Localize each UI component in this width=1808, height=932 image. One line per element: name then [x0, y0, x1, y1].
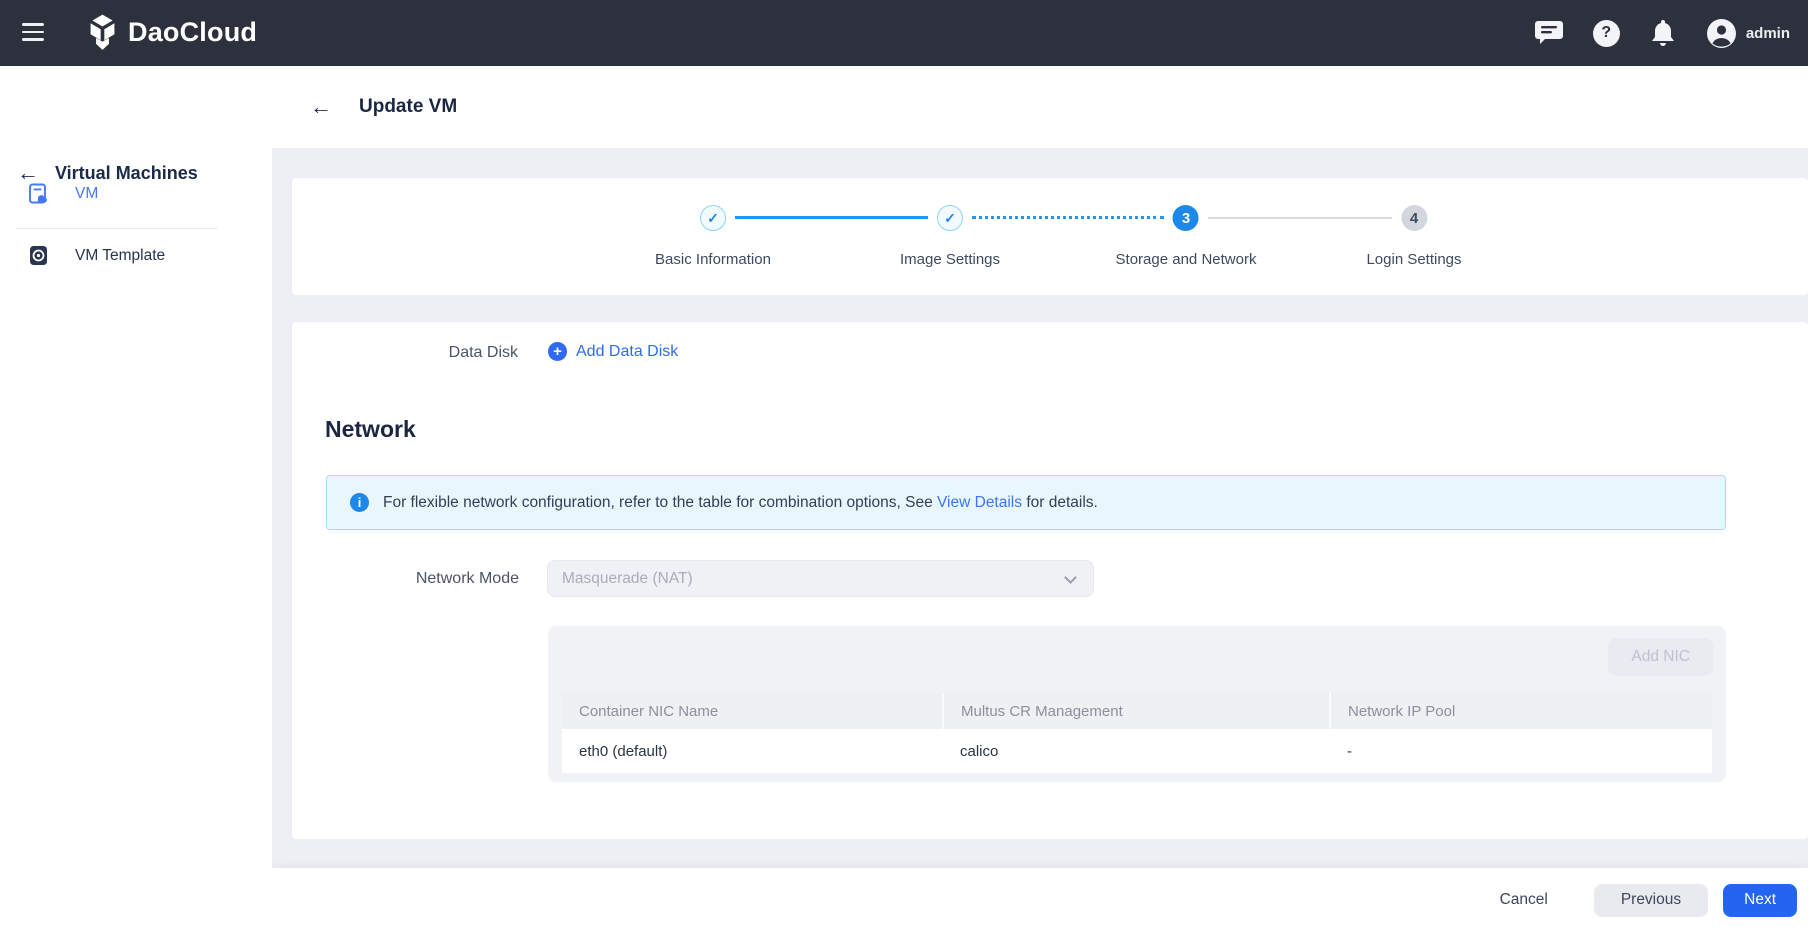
step-storage-and-network[interactable]: 3 Storage and Network [1115, 205, 1257, 268]
menu-icon[interactable] [22, 23, 46, 43]
next-button[interactable]: Next [1723, 883, 1797, 917]
add-data-disk-button[interactable]: + Add Data Disk [548, 342, 678, 361]
notifications-bell-icon[interactable] [1650, 19, 1676, 47]
vm-template-icon [30, 246, 47, 265]
sidebar-item-vm-template-label: VM Template [75, 246, 166, 264]
info-icon: i [350, 493, 369, 512]
add-nic-button[interactable]: Add NIC [1608, 638, 1713, 676]
cell-nic-name: eth0 (default) [562, 729, 943, 773]
step-3-label: Storage and Network [1115, 251, 1257, 268]
sidebar-item-vm-label: VM [75, 184, 99, 202]
sidebar-title: Virtual Machines [55, 162, 198, 183]
username-label: admin [1745, 24, 1790, 42]
brand-name: DaoCloud [128, 16, 258, 47]
data-disk-label: Data Disk [448, 344, 518, 361]
cell-multus-cr: calico [943, 729, 1330, 773]
wizard-footer: Cancel Previous Next [272, 868, 1808, 932]
add-data-disk-label: Add Data Disk [576, 342, 679, 360]
info-text-after: for details. [1022, 493, 1098, 511]
screen: DaoCloud ? admin ← Virtual Machines VM V… [0, 0, 1808, 932]
daocloud-logo-icon [90, 14, 115, 50]
network-mode-label: Network Mode [415, 570, 519, 587]
brand-logo: DaoCloud [86, 13, 257, 51]
step-login-settings[interactable]: 4 Login Settings [1366, 205, 1462, 268]
sidebar-divider [16, 228, 218, 229]
main-content: ← Update VM ✓ Basic Information ✓ Image … [272, 66, 1808, 932]
sidebar: ← Virtual Machines VM VM Template [0, 66, 272, 932]
col-multus-cr-management: Multus CR Management [943, 693, 1331, 729]
nic-panel: Add NIC Container NIC Name Multus CR Man… [548, 626, 1726, 782]
top-navbar: DaoCloud ? admin [0, 0, 1808, 66]
col-network-ip-pool: Network IP Pool [1330, 693, 1712, 729]
cancel-button[interactable]: Cancel [1496, 884, 1552, 917]
step-4-label: Login Settings [1366, 251, 1462, 268]
help-glyph: ? [1601, 24, 1612, 41]
sidebar-item-vm-template[interactable]: VM Template [28, 245, 165, 266]
step-basic-information[interactable]: ✓ Basic Information [655, 205, 771, 268]
stepper-panel: ✓ Basic Information ✓ Image Settings 3 S… [292, 178, 1808, 295]
sidebar-back-icon[interactable]: ← [17, 162, 39, 184]
previous-button[interactable]: Previous [1593, 883, 1709, 917]
info-banner-text: For flexible network configuration, refe… [383, 494, 1098, 512]
cell-ip-pool: - [1330, 729, 1712, 773]
plus-circle-icon: + [548, 342, 567, 361]
step-2-check-icon: ✓ [937, 205, 963, 231]
step-1-label: Basic Information [655, 251, 771, 268]
form-panel: Data Disk + Add Data Disk Network i For … [292, 322, 1808, 839]
network-mode-select[interactable]: Masquerade (NAT) [547, 560, 1094, 597]
step-image-settings[interactable]: ✓ Image Settings [900, 205, 1000, 268]
col-container-nic-name: Container NIC Name [562, 693, 944, 729]
network-info-banner: i For flexible network configuration, re… [326, 475, 1726, 530]
page-header: ← Update VM [272, 66, 1808, 148]
topbar-actions: ? admin [1534, 0, 1790, 66]
step-1-check-icon: ✓ [699, 205, 726, 231]
chevron-down-icon [1064, 571, 1077, 584]
sidebar-item-vm[interactable]: VM [28, 183, 98, 204]
step-4-number: 4 [1400, 205, 1427, 231]
network-section-heading: Network [325, 416, 416, 442]
messages-icon[interactable] [1534, 20, 1563, 46]
user-menu[interactable]: admin [1706, 18, 1790, 49]
table-row: eth0 (default) calico - [562, 729, 1712, 773]
step-2-label: Image Settings [899, 251, 1001, 268]
page-title: Update VM [359, 96, 458, 117]
nic-table: Container NIC Name Multus CR Management … [562, 693, 1712, 773]
vm-icon [29, 183, 47, 204]
sidebar-header: ← Virtual Machines [17, 162, 198, 184]
avatar-icon [1706, 18, 1736, 48]
page-back-icon[interactable]: ← [310, 96, 332, 118]
step-3-number: 3 [1172, 205, 1199, 231]
info-text-before: For flexible network configuration, refe… [383, 493, 937, 511]
view-details-link[interactable]: View Details [937, 494, 1022, 511]
nic-table-header-row: Container NIC Name Multus CR Management … [562, 693, 1712, 729]
help-icon[interactable]: ? [1592, 19, 1620, 47]
network-mode-value: Masquerade (NAT) [562, 569, 693, 587]
